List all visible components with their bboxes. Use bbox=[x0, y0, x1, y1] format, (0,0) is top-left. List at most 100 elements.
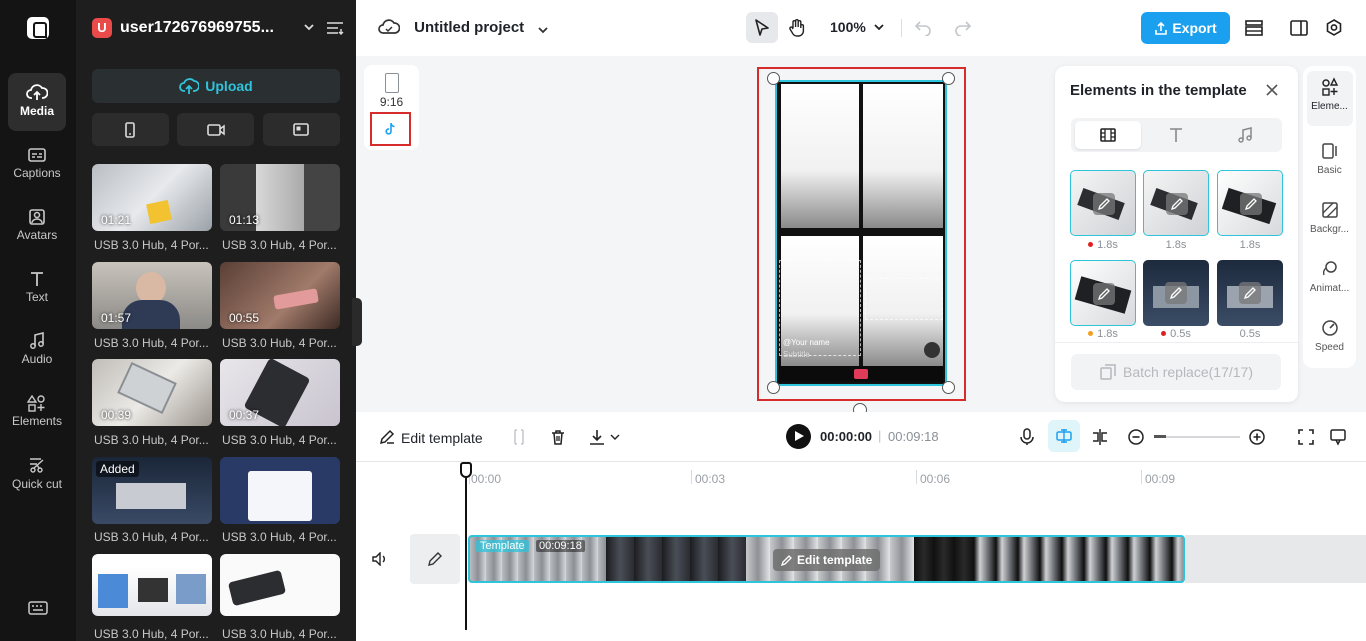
screen-record-button[interactable] bbox=[263, 113, 340, 146]
panel-layout-icon[interactable] bbox=[1289, 18, 1309, 38]
rail-item-media[interactable]: Media bbox=[8, 73, 66, 131]
clip-edit-template-button[interactable]: Edit template bbox=[773, 549, 881, 571]
media-item-1[interactable]: 01:21 bbox=[92, 164, 212, 231]
elements-icon bbox=[27, 394, 45, 412]
layers-icon[interactable] bbox=[1244, 18, 1264, 38]
fullscreen-icon[interactable] bbox=[1297, 428, 1315, 446]
timeline-zoom-slider[interactable] bbox=[1154, 436, 1240, 438]
video-basic-icon bbox=[1321, 143, 1337, 159]
rail-item-elements[interactable]: Elements bbox=[8, 394, 66, 428]
batch-replace-button[interactable]: Batch replace(17/17) bbox=[1071, 354, 1281, 390]
panel-collapse-handle[interactable] bbox=[352, 298, 362, 346]
resize-handle-bottom-right[interactable] bbox=[942, 381, 955, 394]
rail-item-avatars[interactable]: Avatars bbox=[8, 208, 66, 242]
export-button[interactable]: Export bbox=[1141, 12, 1230, 44]
hand-pan-icon[interactable] bbox=[787, 18, 807, 38]
media-duration: 01:13 bbox=[229, 213, 260, 227]
tab-text[interactable] bbox=[1143, 121, 1209, 149]
zoom-dropdown[interactable]: 100% bbox=[830, 19, 885, 35]
template-element-tile-2[interactable] bbox=[1143, 170, 1209, 236]
edit-element-button[interactable] bbox=[1239, 282, 1261, 304]
rail-tab-elements[interactable]: Eleme... bbox=[1303, 77, 1356, 112]
redo-icon[interactable] bbox=[954, 18, 972, 36]
undo-icon[interactable] bbox=[914, 18, 932, 36]
media-item-3[interactable]: 01:57 bbox=[92, 262, 212, 329]
element-duration: 1.8s bbox=[1070, 239, 1136, 251]
media-caption: USB 3.0 Hub, 4 Por... bbox=[94, 627, 209, 641]
resize-handle-top-right[interactable] bbox=[942, 72, 955, 85]
cover-edit-button[interactable] bbox=[410, 534, 460, 584]
tick-label: 00:06 bbox=[920, 472, 951, 486]
media-item-2[interactable]: 01:13 bbox=[220, 164, 340, 231]
delete-trash-icon[interactable] bbox=[549, 428, 567, 446]
template-element-tile-6[interactable] bbox=[1217, 260, 1283, 326]
edit-element-button[interactable] bbox=[1166, 193, 1188, 215]
media-item-5[interactable]: 00:39 bbox=[92, 359, 212, 426]
media-item-10[interactable] bbox=[220, 554, 340, 616]
resize-handle-top-left[interactable] bbox=[767, 72, 780, 85]
resize-handle-bottom-left[interactable] bbox=[767, 381, 780, 394]
media-item-4[interactable]: 00:55 bbox=[220, 262, 340, 329]
sort-menu-icon[interactable] bbox=[326, 20, 344, 36]
edit-element-button[interactable] bbox=[1093, 283, 1115, 305]
media-item-6[interactable]: 00:37 bbox=[220, 359, 340, 426]
select-tool-button[interactable] bbox=[746, 12, 778, 43]
rail-item-text[interactable]: Text bbox=[8, 270, 66, 304]
edit-template-button[interactable]: Edit template bbox=[378, 428, 483, 447]
zoom-out-icon[interactable] bbox=[1127, 428, 1145, 446]
split-preview-icon[interactable] bbox=[1091, 428, 1109, 446]
zoom-in-icon[interactable] bbox=[1248, 428, 1266, 446]
template-slot-1[interactable] bbox=[781, 84, 859, 228]
text-icon bbox=[31, 272, 43, 286]
template-clip[interactable]: Template 00:09:18 Edit template bbox=[468, 535, 1185, 583]
tab-video[interactable] bbox=[1075, 121, 1141, 149]
comment-feedback-icon[interactable] bbox=[1329, 428, 1347, 446]
rail-tab-basic[interactable]: Basic bbox=[1303, 141, 1356, 176]
project-title-menu[interactable]: Untitled project bbox=[378, 17, 550, 39]
keyboard-icon[interactable] bbox=[28, 600, 48, 621]
download-icon[interactable] bbox=[588, 428, 620, 446]
tiktok-preset-button[interactable] bbox=[370, 112, 411, 146]
phone-upload-button[interactable] bbox=[92, 113, 169, 146]
preview-canvas[interactable]: @Your name Subtitle bbox=[775, 80, 947, 386]
rail-item-audio[interactable]: Audio bbox=[8, 332, 66, 366]
template-element-tile-1[interactable] bbox=[1070, 170, 1136, 236]
template-slot-2[interactable] bbox=[863, 84, 943, 228]
media-caption: USB 3.0 Hub, 4 Por... bbox=[94, 530, 209, 544]
rail-tab-background[interactable]: Backgr... bbox=[1303, 200, 1356, 235]
tab-audio[interactable] bbox=[1212, 121, 1278, 149]
background-icon bbox=[1321, 202, 1338, 218]
template-element-tile-5[interactable] bbox=[1143, 260, 1209, 326]
edit-element-button[interactable] bbox=[1093, 193, 1115, 215]
canvas-username-text[interactable]: @Your name bbox=[783, 338, 830, 347]
camera-record-button[interactable] bbox=[177, 113, 254, 146]
playhead-handle[interactable] bbox=[460, 462, 472, 478]
template-element-tile-3[interactable] bbox=[1217, 170, 1283, 236]
aspect-ratio-icon[interactable] bbox=[385, 73, 399, 93]
rotate-handle[interactable] bbox=[853, 403, 867, 412]
app-logo[interactable] bbox=[27, 17, 49, 39]
playhead[interactable] bbox=[465, 462, 467, 630]
media-item-8[interactable] bbox=[220, 457, 340, 524]
rail-item-captions[interactable]: Captions bbox=[8, 146, 66, 180]
close-icon[interactable] bbox=[1265, 83, 1279, 97]
rail-item-quick-cut[interactable]: Quick cut bbox=[8, 456, 66, 492]
template-element-tile-4[interactable] bbox=[1070, 260, 1136, 326]
media-caption: USB 3.0 Hub, 4 Por... bbox=[222, 238, 337, 252]
microphone-icon[interactable] bbox=[1018, 428, 1036, 446]
project-title: Untitled project bbox=[414, 19, 525, 36]
media-item-7[interactable]: Added bbox=[92, 457, 212, 524]
speaker-volume-icon[interactable] bbox=[372, 552, 388, 566]
rail-tab-animation[interactable]: Animat... bbox=[1303, 259, 1356, 294]
play-button[interactable] bbox=[786, 424, 811, 449]
rail-tab-speed[interactable]: Speed bbox=[1303, 318, 1356, 353]
media-item-9[interactable] bbox=[92, 554, 212, 616]
account-switcher[interactable]: U user172676969755... bbox=[92, 18, 344, 40]
canvas-subtitle-text[interactable]: Subtitle bbox=[783, 350, 810, 359]
settings-gear-icon[interactable] bbox=[1324, 18, 1344, 38]
edit-element-button[interactable] bbox=[1165, 282, 1187, 304]
upload-button[interactable]: Upload bbox=[92, 69, 340, 103]
edit-element-button[interactable] bbox=[1240, 193, 1262, 215]
split-icon[interactable] bbox=[510, 428, 528, 446]
magnet-snap-button[interactable] bbox=[1048, 420, 1080, 452]
